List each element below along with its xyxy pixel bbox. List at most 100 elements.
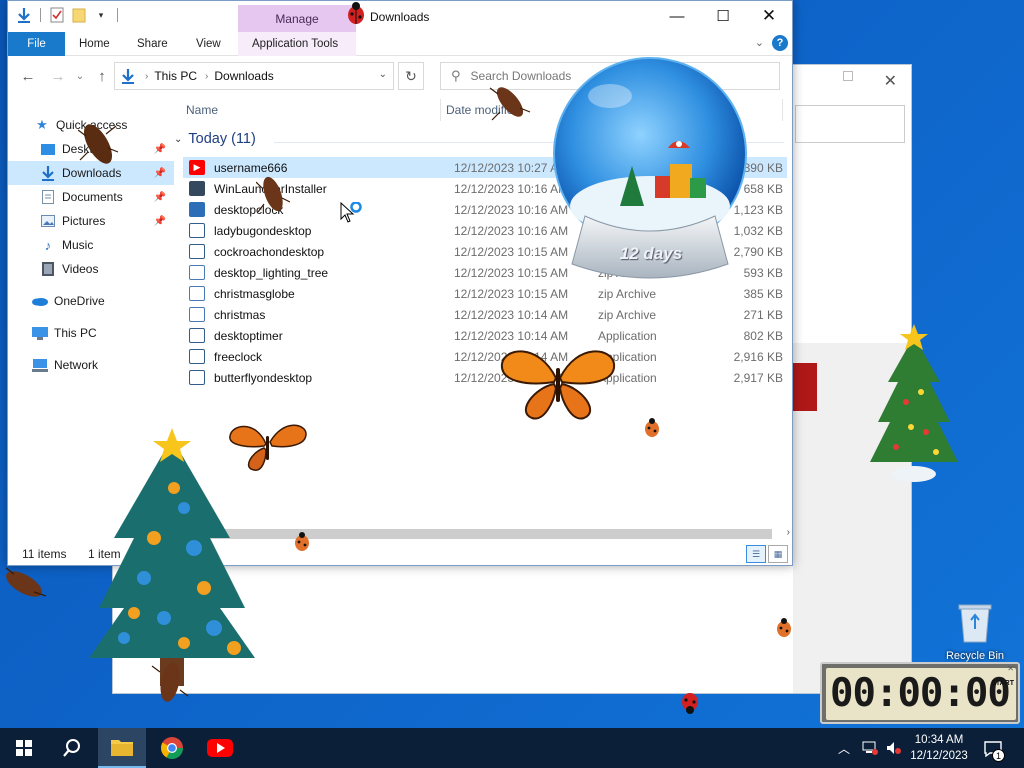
breadcrumb-separator-icon[interactable]: ›	[145, 71, 148, 82]
pin-icon[interactable]: 📌	[154, 144, 166, 155]
ladybug-decoration[interactable]	[292, 532, 312, 555]
music-icon: ♪	[44, 237, 52, 253]
background-close-icon[interactable]: ✕	[884, 71, 897, 91]
nav-music[interactable]: ♪ Music	[8, 233, 174, 257]
details-view-icon[interactable]: ☰	[746, 545, 766, 563]
column-divider[interactable]	[782, 99, 783, 121]
download-arrow-icon[interactable]	[16, 7, 32, 23]
column-divider[interactable]	[440, 99, 441, 121]
background-maximize-icon[interactable]	[843, 71, 853, 81]
file-row[interactable]: freeclock12/12/2023 10:14 AMApplication2…	[183, 346, 787, 367]
file-type: zip Archive	[598, 287, 657, 301]
nav-pictures[interactable]: Pictures 📌	[8, 209, 174, 233]
app-icon	[189, 328, 205, 343]
address-dropdown-icon[interactable]: ⌄	[379, 69, 387, 80]
desktop-timer-widget[interactable]: 00:00:00 START ✕	[820, 662, 1020, 724]
onedrive-cloud-icon	[32, 293, 48, 309]
tab-file[interactable]: File	[8, 32, 65, 56]
pin-icon[interactable]: 📌	[154, 192, 166, 203]
properties-icon[interactable]	[49, 7, 65, 23]
show-hidden-icons-button[interactable]: ︿	[838, 728, 850, 768]
close-button[interactable]: ✕	[746, 1, 792, 31]
pin-icon[interactable]: 📌	[154, 216, 166, 227]
file-row[interactable]: christmasglobe 12/12/2023 10:15 AM zip Arc…	[183, 283, 787, 304]
help-icon[interactable]: ?	[772, 35, 788, 51]
maximize-button[interactable]: ☐	[700, 1, 746, 31]
taskbar-file-explorer[interactable]	[98, 728, 146, 768]
timer-start-button[interactable]: START	[991, 680, 1014, 687]
title-bar[interactable]: ▾ Manage Downloads — ☐ ✕	[8, 1, 792, 33]
collapse-chevron-icon[interactable]: ⌄	[174, 134, 182, 145]
nav-network[interactable]: Network	[8, 353, 174, 377]
column-name[interactable]: Name	[186, 103, 218, 117]
manage-contextual-tab[interactable]: Manage	[238, 5, 356, 33]
ladybug-decoration[interactable]	[346, 2, 366, 27]
cockroach-decoration[interactable]	[255, 168, 291, 221]
nav-videos[interactable]: Videos	[8, 257, 174, 281]
nav-label: This PC	[54, 326, 97, 340]
small-christmas-tree-decoration[interactable]	[866, 322, 962, 488]
expand-ribbon-icon[interactable]: ⌄	[755, 36, 764, 49]
ribbon-tabs: File Home Share View Application Tools ⌄…	[8, 32, 792, 56]
file-row[interactable]: butterflyondesktop12/12/2023 10:14 AMApp…	[183, 367, 787, 388]
scroll-right-icon[interactable]: ›	[787, 527, 790, 538]
group-header-today[interactable]: ⌄ Today (11)	[174, 131, 256, 147]
file-row[interactable]: christmas 12/12/2023 10:14 AM zip Archive 2…	[183, 304, 787, 325]
new-folder-icon[interactable]	[71, 7, 87, 23]
customize-toolbar-icon[interactable]: ▾	[93, 7, 109, 23]
nav-this-pc[interactable]: This PC	[8, 321, 174, 345]
ladybug-decoration[interactable]	[774, 618, 794, 641]
butterfly-decoration[interactable]	[226, 416, 310, 474]
installer-icon	[189, 181, 205, 196]
file-row[interactable]: desktoptimer 12/12/2023 10:14 AM Applicati…	[183, 325, 787, 346]
tab-home[interactable]: Home	[79, 32, 110, 56]
breadcrumb-separator-icon[interactable]: ›	[205, 71, 208, 82]
action-center-button[interactable]: 1	[978, 736, 1008, 762]
taskbar-youtube[interactable]	[196, 728, 244, 768]
recycle-bin-desktop-icon[interactable]: Recycle Bin	[942, 602, 1008, 666]
nav-label: Music	[62, 238, 94, 252]
tab-view[interactable]: View	[196, 32, 221, 56]
pin-icon[interactable]: 📌	[154, 168, 166, 179]
window-title: Downloads	[370, 10, 430, 24]
forward-button[interactable]: →	[48, 66, 68, 86]
large-icons-view-icon[interactable]: ▦	[768, 545, 788, 563]
taskbar-search-button[interactable]	[48, 728, 96, 768]
tab-application-tools[interactable]: Application Tools	[252, 32, 338, 56]
cockroach-decoration[interactable]	[77, 112, 119, 175]
refresh-button[interactable]: ↻	[398, 62, 424, 90]
ladybug-decoration[interactable]	[642, 418, 662, 441]
horizontal-scrollbar[interactable]: ›	[178, 527, 790, 541]
file-name: christmas	[214, 308, 266, 322]
snow-globe-widget[interactable]: 12 days	[550, 56, 750, 284]
network-status-icon[interactable]	[862, 728, 878, 768]
star-icon: ★	[36, 117, 48, 132]
volume-muted-icon[interactable]	[886, 728, 902, 768]
ladybug-decoration[interactable]	[680, 690, 700, 717]
breadcrumb-downloads[interactable]: Downloads	[214, 69, 273, 83]
breadcrumb-this-pc[interactable]: This PC	[154, 69, 197, 83]
background-input-box[interactable]	[795, 105, 905, 143]
timer-close-icon[interactable]: ✕	[1007, 664, 1014, 673]
start-button[interactable]	[0, 728, 48, 768]
app-icon	[189, 370, 205, 385]
cockroach-decoration[interactable]	[0, 562, 50, 609]
toolbar-separator	[40, 8, 41, 22]
address-bar[interactable]: › This PC › Downloads ⌄	[114, 62, 394, 90]
group-label: Today (11)	[188, 131, 256, 147]
minimize-button[interactable]: —	[654, 1, 700, 31]
butterfly-decoration[interactable]	[498, 342, 618, 422]
tab-share[interactable]: Share	[137, 32, 168, 56]
back-button[interactable]: ←	[18, 66, 38, 86]
nav-documents[interactable]: Documents 📌	[8, 185, 174, 209]
cockroach-decoration[interactable]	[150, 652, 190, 713]
chrome-icon	[161, 737, 183, 759]
timer-screen: 00:00:00	[826, 668, 1016, 720]
recent-locations-button[interactable]: ⌄	[70, 66, 90, 86]
taskbar-clock[interactable]: 10:34 AM 12/12/2023	[906, 732, 972, 764]
scrollbar-thumb[interactable]	[178, 529, 772, 539]
cockroach-decoration[interactable]	[488, 78, 532, 131]
taskbar-chrome[interactable]	[148, 728, 196, 768]
up-button[interactable]: ↑	[92, 66, 112, 86]
nav-onedrive[interactable]: OneDrive	[8, 289, 174, 313]
